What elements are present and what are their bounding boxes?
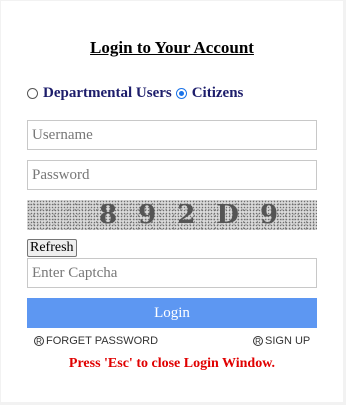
departmental-users-label[interactable]: Departmental Users xyxy=(43,85,172,102)
departmental-users-radio[interactable] xyxy=(27,88,38,99)
forget-password-label[interactable]: FORGET PASSWORD xyxy=(46,335,158,347)
username-field[interactable]: Username xyxy=(27,120,317,150)
citizens-label[interactable]: Citizens xyxy=(192,85,244,102)
page-title: Login to Your Account xyxy=(90,38,254,57)
forget-password-link[interactable]: R FORGET PASSWORD xyxy=(34,335,158,347)
login-card: Login to Your Account Departmental Users… xyxy=(1,1,343,402)
user-type-selector: Departmental Users Citizens xyxy=(27,85,247,102)
registered-icon: R xyxy=(34,336,44,346)
login-button[interactable]: Login xyxy=(27,298,317,328)
close-instruction: Press 'Esc' to close Login Window. xyxy=(68,356,276,371)
sign-up-label[interactable]: SIGN UP xyxy=(265,335,310,347)
refresh-button[interactable]: Refresh xyxy=(27,239,77,257)
sign-up-link[interactable]: R SIGN UP xyxy=(253,335,310,347)
citizens-radio[interactable] xyxy=(175,88,187,99)
captcha-image: 8 9 2 D 9 3 xyxy=(27,200,317,230)
captcha-input[interactable]: Enter Captcha xyxy=(27,258,317,288)
password-field[interactable]: Password xyxy=(27,160,317,190)
captcha-text: 8 9 2 D 9 3 xyxy=(99,200,285,230)
registered-icon: R xyxy=(253,336,263,346)
